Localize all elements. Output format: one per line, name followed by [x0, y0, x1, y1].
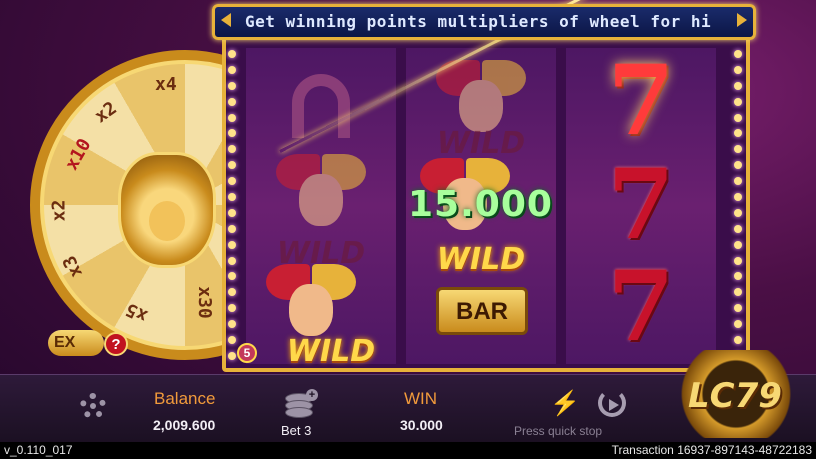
win-value: 30.000	[400, 417, 443, 433]
ex-button[interactable]: EX	[48, 330, 104, 356]
bet-label: Bet	[281, 423, 301, 438]
gear-icon[interactable]	[80, 393, 106, 419]
spin-button[interactable]	[598, 389, 626, 417]
reel-1: WILD WILD	[246, 48, 396, 369]
turbo-bolt-icon[interactable]: ⚡	[550, 389, 580, 418]
seven-symbol: 7	[607, 147, 675, 261]
frame-lights-left	[228, 50, 238, 360]
status-bar: v_0.110_017 Transaction 16937-897143-487…	[0, 442, 816, 459]
balance-value: 2,009.600	[153, 417, 216, 433]
jester-hub-icon	[118, 152, 216, 268]
slot-game-screen: x4 x2 x10 x2 x3 x5 x30 EX ? WILD WILD WI…	[0, 0, 816, 459]
seven-symbol: 7	[607, 43, 675, 157]
win-amount-display: 15.000	[408, 184, 553, 225]
bar-symbol: BAR	[434, 284, 530, 338]
wheel-segment-label: x2	[48, 199, 70, 222]
brand-logo: LC79	[662, 350, 810, 438]
marquee-text: Get winning points multipliers of wheel …	[245, 12, 712, 31]
plus-icon[interactable]: +	[306, 389, 318, 401]
arrow-right-icon	[737, 13, 747, 27]
brand-logo-text: LC79	[688, 376, 782, 416]
wild-symbol: WILD	[436, 242, 526, 277]
bar-label: BAR	[436, 287, 528, 335]
reel-3: 7 7 7	[566, 43, 716, 364]
bet-value: 3	[304, 423, 312, 438]
version-text: v_0.110_017	[4, 443, 73, 457]
marquee-banner: Get winning points multipliers of wheel …	[212, 4, 756, 40]
bet-control[interactable]: Bet 3	[281, 423, 311, 438]
multiplier-wheel[interactable]: x4 x2 x10 x2 x3 x5 x30	[0, 40, 230, 360]
help-button[interactable]: ?	[104, 332, 128, 356]
balance-label: Balance	[154, 389, 216, 408]
win-label: WIN	[404, 389, 438, 408]
quick-stop-hint: Press quick stop	[514, 424, 603, 438]
seven-symbol: 7	[607, 249, 675, 363]
wild-symbol: WILD	[286, 334, 376, 369]
jester-icon	[276, 148, 366, 238]
arrow-left-icon	[221, 13, 231, 27]
wheel-segment-label: x30	[193, 286, 215, 319]
horseshoe-icon	[288, 66, 354, 146]
transaction-text: Transaction 16937-897143-48722183	[611, 443, 812, 457]
frame-lights-right	[734, 50, 744, 360]
multiplier-badge: 5	[237, 343, 257, 363]
wheel-segment-label: x4	[155, 74, 177, 95]
